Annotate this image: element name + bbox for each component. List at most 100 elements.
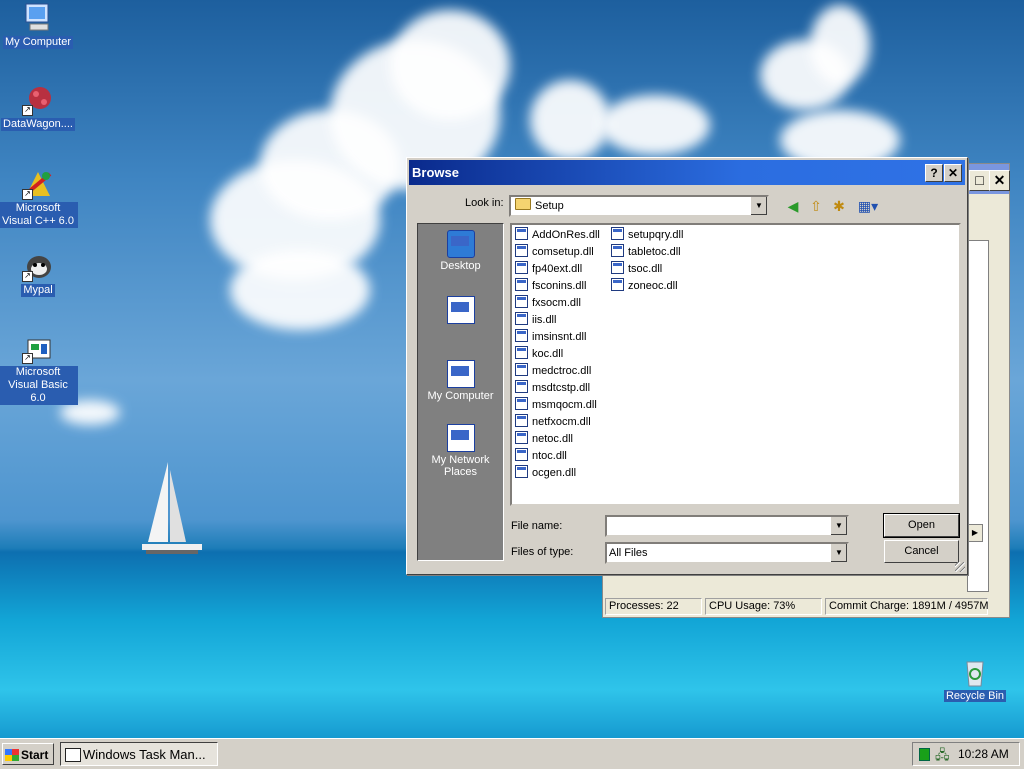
my-computer-icon — [446, 360, 475, 388]
visual-cpp-icon: ↗ — [22, 168, 54, 200]
datawagon-icon: ↗ — [22, 84, 54, 116]
files-of-type-dropdown[interactable]: All Files ▼ — [605, 542, 849, 564]
commit-charge: Commit Charge: 1891M / 4957M — [825, 598, 989, 615]
start-button[interactable]: Start — [2, 743, 54, 765]
chevron-down-icon[interactable]: ▼ — [830, 544, 847, 562]
sailboat — [138, 460, 204, 563]
dll-file-icon — [515, 346, 528, 359]
file-item[interactable]: fxsocm.dll — [515, 295, 581, 310]
place-my-computer[interactable]: My Computer — [418, 360, 503, 402]
dll-file-icon — [515, 431, 528, 444]
dll-file-icon — [515, 448, 528, 461]
open-button[interactable]: Open — [883, 513, 960, 538]
network-icon[interactable]: 🖧 — [935, 746, 950, 768]
look-in-label: Look in: — [465, 197, 504, 209]
clock[interactable]: 10:28 AM — [958, 743, 1009, 765]
file-item[interactable]: tsoc.dll — [611, 261, 662, 276]
cpu-usage: CPU Usage: 73% — [705, 598, 822, 615]
files-of-type-value: All Files — [609, 547, 648, 559]
my-computer-icon — [22, 2, 54, 34]
browse-dialog[interactable]: Browse ? ✕ Look in: Setup ▼ ◀ ⇧ ✱ ▦▾ Des… — [406, 157, 968, 575]
file-item[interactable]: AddOnRes.dll — [515, 227, 600, 242]
file-item[interactable]: imsinsnt.dll — [515, 329, 586, 344]
taskbar: Start Windows Task Man... 🖧 10:28 AM — [0, 738, 1024, 769]
desktop-icon-recycle-bin[interactable]: Recycle Bin — [940, 656, 1010, 702]
dll-file-icon — [515, 312, 528, 325]
file-item[interactable]: ntoc.dll — [515, 448, 567, 463]
file-item[interactable]: medctroc.dll — [515, 363, 591, 378]
file-item[interactable]: zoneoc.dll — [611, 278, 678, 293]
file-item[interactable]: netoc.dll — [515, 431, 573, 446]
dll-file-icon — [515, 329, 528, 342]
cancel-button[interactable]: Cancel — [884, 540, 959, 563]
dll-file-icon — [515, 278, 528, 291]
desktop-icon — [446, 230, 475, 258]
my-documents-icon — [446, 296, 475, 324]
resize-grip[interactable] — [955, 562, 965, 572]
file-item[interactable]: netfxocm.dll — [515, 414, 591, 429]
help-button[interactable]: ? — [925, 164, 943, 182]
desktop-icon-visual-basic[interactable]: ↗ Microsoft Visual Basic 6.0 — [0, 332, 78, 405]
view-menu-icon[interactable]: ▦▾ — [855, 197, 881, 215]
file-item[interactable]: fp40ext.dll — [515, 261, 582, 276]
desktop-icon-my-computer[interactable]: My Computer — [0, 2, 78, 49]
dialog-titlebar[interactable]: Browse ? ✕ — [409, 160, 965, 185]
look-in-dropdown[interactable]: Setup ▼ — [509, 195, 769, 217]
file-item[interactable]: comsetup.dll — [515, 244, 594, 259]
places-bar: Desktop My Computer My Network Places — [417, 223, 504, 561]
place-my-documents[interactable] — [418, 296, 503, 326]
dll-file-icon — [611, 227, 624, 240]
scroll-right-icon[interactable]: ▶ — [967, 524, 983, 542]
close-button[interactable]: ✕ — [989, 170, 1010, 191]
up-folder-icon[interactable]: ⇧ — [807, 197, 825, 215]
dll-file-icon — [611, 278, 624, 291]
file-list[interactable]: AddOnRes.dll comsetup.dll fp40ext.dll fscon… — [510, 223, 961, 506]
dll-file-icon — [515, 414, 528, 427]
task-manager-statusbar: Processes: 22 CPU Usage: 73% Commit Char… — [605, 598, 1007, 615]
network-places-icon — [446, 424, 475, 452]
dll-file-icon — [515, 227, 528, 240]
file-item[interactable]: fsconins.dll — [515, 278, 586, 293]
dll-file-icon — [515, 380, 528, 393]
close-button[interactable]: ✕ — [944, 164, 962, 182]
dll-file-icon — [515, 244, 528, 257]
dll-file-icon — [515, 363, 528, 376]
place-network[interactable]: My Network Places — [418, 424, 503, 478]
dll-file-icon — [515, 465, 528, 478]
maximize-button[interactable]: □ — [969, 170, 990, 191]
dll-file-icon — [515, 261, 528, 274]
file-item[interactable]: msmqocm.dll — [515, 397, 597, 412]
place-desktop[interactable]: Desktop — [418, 230, 503, 272]
dll-file-icon — [611, 261, 624, 274]
chevron-down-icon[interactable]: ▼ — [750, 197, 767, 215]
folder-icon — [515, 198, 531, 210]
dll-file-icon — [515, 397, 528, 410]
dll-file-icon — [515, 295, 528, 308]
cpu-meter-icon[interactable] — [919, 748, 930, 761]
desktop-icon-visual-cpp[interactable]: ↗ Microsoft Visual C++ 6.0 — [0, 168, 78, 228]
back-icon[interactable]: ◀ — [784, 197, 802, 215]
look-in-value: Setup — [535, 200, 564, 212]
recycle-bin-icon — [959, 656, 991, 688]
file-name-field[interactable]: ▼ — [605, 515, 849, 537]
new-folder-icon[interactable]: ✱ — [830, 197, 848, 215]
file-item[interactable]: iis.dll — [515, 312, 556, 327]
desktop-icon-datawagon[interactable]: ↗ DataWagon.... — [0, 84, 78, 131]
desktop-icon-mypal[interactable]: ↗ Mypal — [0, 250, 78, 297]
files-of-type-label: Files of type: — [511, 546, 574, 558]
file-item[interactable]: msdtcstp.dll — [515, 380, 590, 395]
processes-count: Processes: 22 — [605, 598, 702, 615]
visual-basic-icon: ↗ — [22, 332, 54, 364]
chevron-down-icon[interactable]: ▼ — [830, 517, 847, 535]
dialog-title: Browse — [412, 165, 459, 180]
system-tray: 🖧 10:28 AM — [912, 742, 1020, 766]
task-manager-icon — [65, 748, 81, 762]
file-item[interactable]: tabletoc.dll — [611, 244, 681, 259]
file-item[interactable]: koc.dll — [515, 346, 563, 361]
file-item[interactable]: ocgen.dll — [515, 465, 576, 480]
windows-flag-icon — [5, 749, 19, 761]
mypal-icon: ↗ — [22, 250, 54, 282]
taskbar-item-task-manager[interactable]: Windows Task Man... — [60, 742, 218, 766]
dll-file-icon — [611, 244, 624, 257]
file-item[interactable]: setupqry.dll — [611, 227, 683, 242]
